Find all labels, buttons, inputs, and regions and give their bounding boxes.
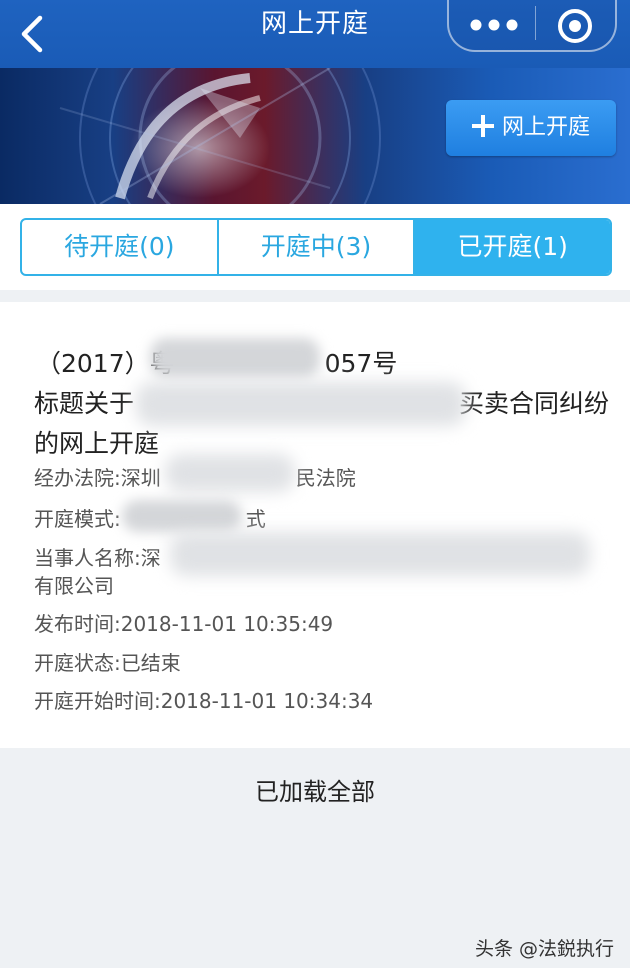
plus-icon [471,115,494,137]
top-nav-bar: 网上开庭 [0,0,630,68]
case-card[interactable]: （2017）粤 057号 标题关于 买卖合同纠纷 的网上开庭 经办法院:深圳 民法院 … [0,302,630,748]
more-dots-icon[interactable] [467,14,521,36]
case-number-suffix: 057号 [324,349,398,378]
court-suffix: 民法院 [295,466,356,490]
add-online-hearing-button[interactable]: 网上开庭 [446,100,616,156]
party-name-line2: 有限公司 [34,574,114,598]
tab-in-progress[interactable]: 开庭中(3) [219,220,416,274]
mode-prefix: 开庭模式: [34,507,121,531]
redaction-blur [136,382,466,426]
watermark: 头条 @法鋭执行 [474,938,614,960]
redaction-blur [122,500,242,532]
tab-completed[interactable]: 已开庭(1) [415,220,610,274]
mode-suffix: 式 [245,507,266,531]
status-tabs: 待开庭(0) 开庭中(3) 已开庭(1) [20,218,612,276]
add-button-label: 网上开庭 [501,115,590,140]
redaction-blur [165,454,295,492]
capsule-divider [535,6,536,40]
redaction-blur [170,532,590,576]
miniprogram-capsule [447,0,617,52]
hearing-start-time: 开庭开始时间:2018-11-01 10:34:34 [34,689,374,713]
tab-pending[interactable]: 待开庭(0) [22,220,219,274]
case-title-end: 买卖合同纠纷 [459,389,610,418]
close-miniprogram-icon[interactable] [555,6,595,46]
all-loaded-text: 已加载全部 [255,778,375,806]
hearing-status: 开庭状态:已结束 [34,651,181,675]
case-title-start: 标题关于 [34,389,135,418]
publish-time: 发布时间:2018-11-01 10:35:49 [34,612,334,636]
court-prefix: 经办法院:深圳 [34,466,161,490]
party-name: 当事人名称:深 [34,546,161,570]
redaction-blur [150,338,320,378]
case-title-line2: 的网上开庭 [34,429,160,458]
tabs-section: 待开庭(0) 开庭中(3) 已开庭(1) [0,204,630,290]
